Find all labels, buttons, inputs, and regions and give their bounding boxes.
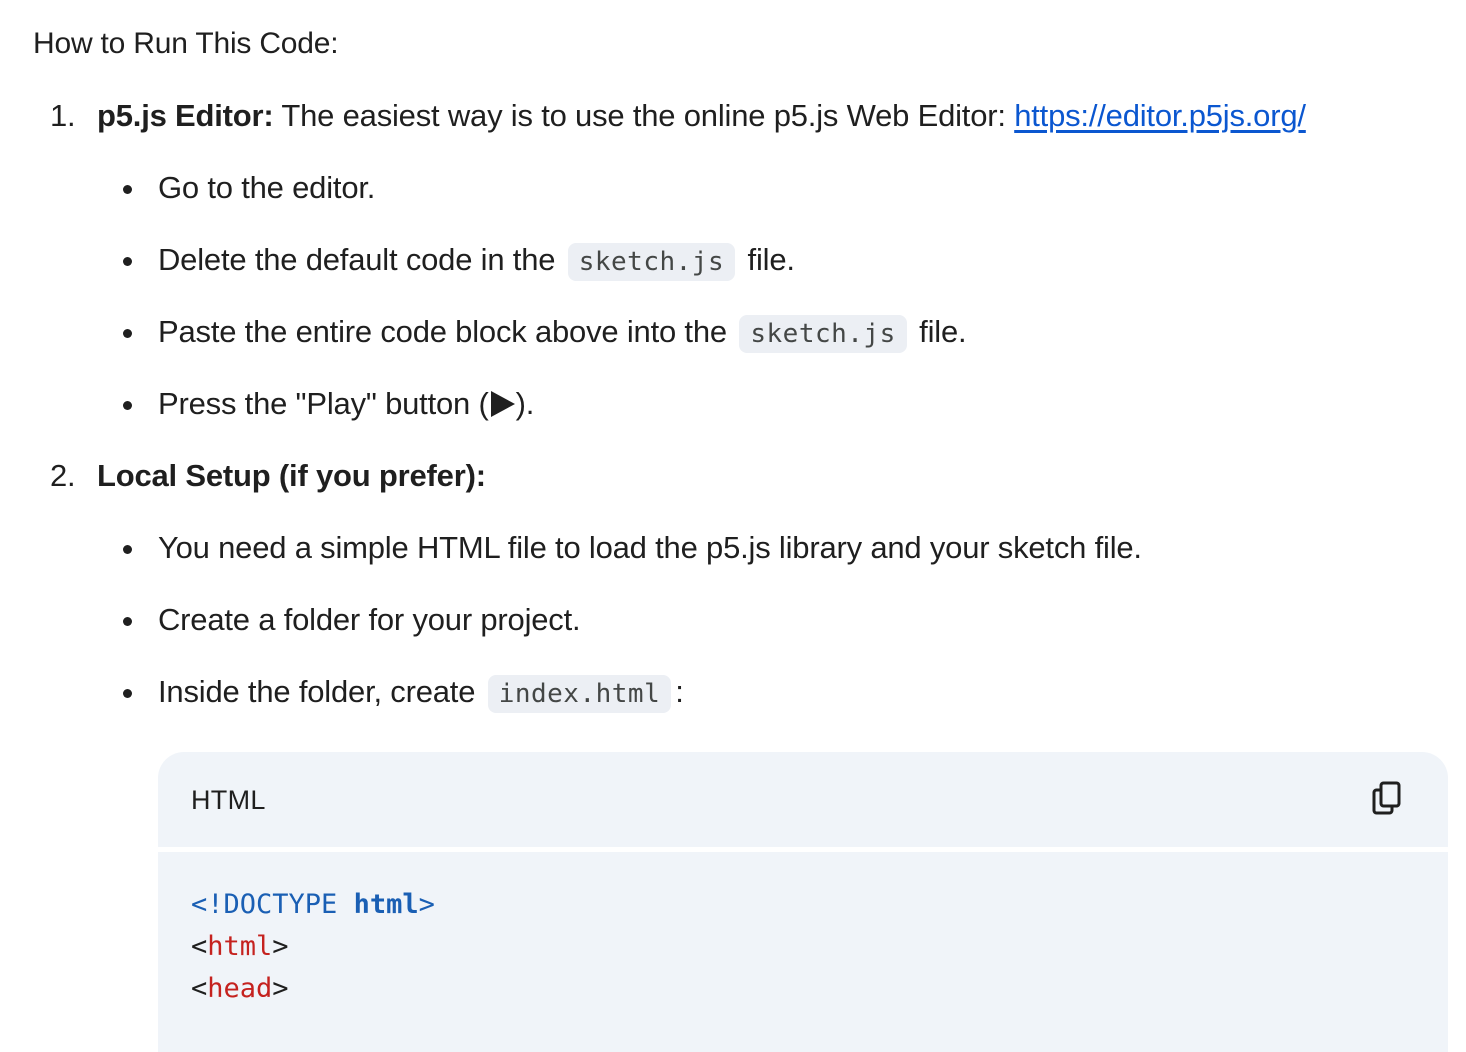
bullet-dot	[123, 545, 132, 554]
code-line: <!DOCTYPE html>	[191, 884, 435, 926]
code-line: <head>	[191, 968, 289, 1010]
code-token: <	[191, 931, 208, 962]
bullet-text: Inside the folder, create index.html:	[158, 670, 684, 716]
code-language-label: HTML	[191, 785, 266, 815]
code-token: <!	[191, 889, 224, 920]
code-block: HTML <!DOCTYPE html> <html> <head>	[158, 752, 1448, 1052]
bullet-dot	[123, 257, 132, 266]
step-description: The easiest way is to use the online p5.…	[273, 98, 1015, 133]
play-icon	[490, 391, 515, 417]
step-number: 2.	[50, 458, 76, 493]
bullet-text-after: ).	[515, 386, 535, 421]
bullet-text-after: file.	[747, 242, 795, 277]
copy-code-button[interactable]	[1364, 774, 1416, 826]
p5js-editor-link[interactable]: https://editor.p5js.org/	[1014, 98, 1306, 133]
bullet-text-after: :	[675, 674, 684, 709]
code-token: >	[272, 931, 289, 962]
step-text: p5.js Editor: The easiest way is to use …	[97, 94, 1306, 138]
code-block-body: <!DOCTYPE html> <html> <head>	[158, 852, 1448, 1052]
bullet-dot	[123, 185, 132, 194]
code-token: <	[191, 973, 208, 1004]
copy-icon	[1372, 781, 1401, 815]
code-token: DOCTYPE	[223, 889, 338, 920]
step-number: 1.	[50, 98, 76, 133]
step-text: Local Setup (if you prefer):	[97, 454, 486, 498]
bullet-text-before: Delete the default code in the	[158, 242, 556, 277]
bullet-text: Press the "Play" button ().	[158, 382, 534, 426]
bullet-dot	[123, 329, 132, 338]
inline-code: sketch.js	[567, 243, 736, 281]
code-token: html	[207, 931, 273, 962]
bullet-text: Paste the entire code block above into t…	[158, 310, 967, 356]
bullet-text: You need a simple HTML file to load the …	[158, 530, 1142, 565]
bullet-text: Go to the editor.	[158, 170, 376, 205]
bullet-dot	[123, 617, 132, 626]
bullet-dot	[123, 689, 132, 698]
step-title: Local Setup (if you prefer):	[97, 458, 486, 493]
step-title: p5.js Editor:	[97, 98, 274, 133]
section-heading: How to Run This Code:	[33, 27, 339, 60]
code-token: head	[207, 973, 273, 1004]
bullet-text-before: Press the "Play" button (	[158, 386, 489, 421]
code-block-header: HTML	[158, 752, 1448, 847]
code-line: <html>	[191, 926, 289, 968]
code-token: html	[353, 889, 419, 920]
bullet-text-after: file.	[919, 314, 967, 349]
bullet-text-before: Inside the folder, create	[158, 674, 476, 709]
bullet-text: Delete the default code in the sketch.js…	[158, 238, 795, 284]
inline-code: sketch.js	[739, 315, 907, 353]
bullet-dot	[123, 401, 132, 410]
bullet-text: Create a folder for your project.	[158, 602, 581, 637]
inline-code: index.html	[487, 675, 672, 713]
bullet-text-before: Paste the entire code block above into t…	[158, 314, 727, 349]
code-token: >	[418, 889, 435, 920]
code-token: >	[272, 973, 289, 1004]
